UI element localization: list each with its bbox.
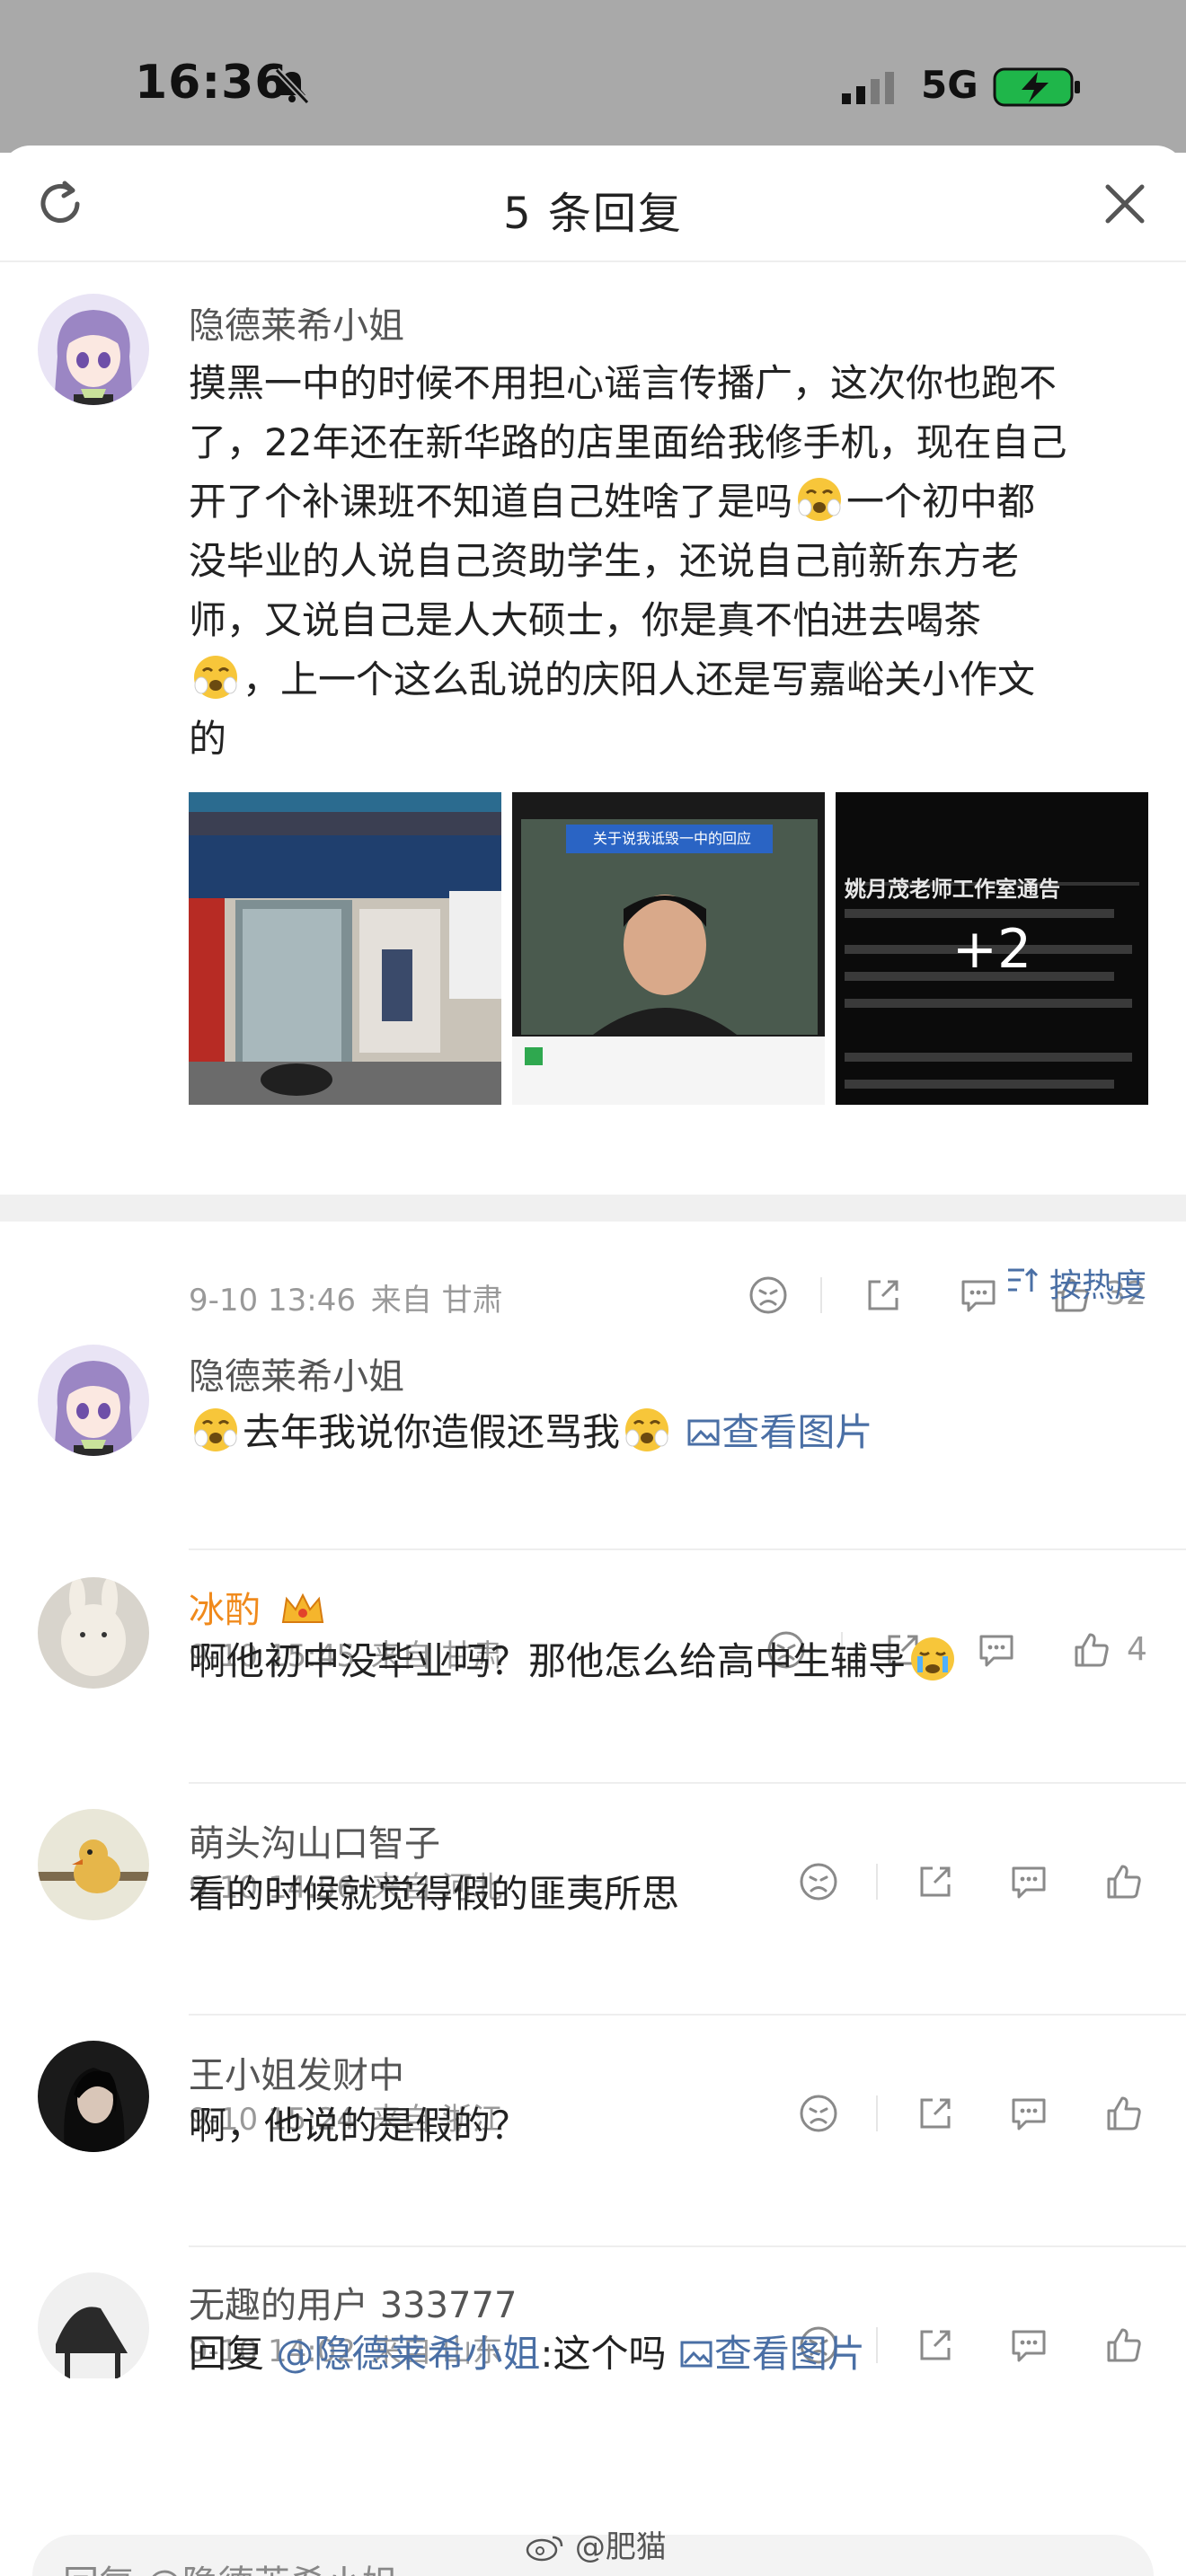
image-caption: 关于说我诋毁一中的回应 xyxy=(592,830,751,847)
view-image-label: 查看图片 xyxy=(713,2332,865,2376)
share-icon[interactable] xyxy=(915,2093,956,2134)
row-divider xyxy=(189,2014,1186,2016)
reply-author[interactable]: 无趣的用户 333777 xyxy=(189,2276,517,2328)
battery-charging-icon xyxy=(993,67,1080,107)
emoji-icon xyxy=(794,473,845,524)
like-icon[interactable] xyxy=(1071,1629,1112,1671)
comment-image-3[interactable]: 姚月茂老师工作室通告 +2 xyxy=(836,792,1148,1105)
comment-image-2[interactable]: 关于说我诋毁一中的回应 xyxy=(512,792,825,1105)
comment-line-text: 一个初中都 xyxy=(846,480,1036,524)
sheet-header: 5 条回复 xyxy=(0,146,1186,262)
weibo-logo-icon xyxy=(526,2536,563,2562)
avatar[interactable] xyxy=(38,1577,149,1689)
dislike-icon[interactable] xyxy=(798,2093,839,2134)
comment-line-text: 开了个补课班不知道自己姓啥了是吗 xyxy=(189,480,793,524)
reply-author-name: 冰酌 xyxy=(189,1590,261,1631)
comment-time: 9-10 13:46 xyxy=(189,1283,356,1319)
row-divider xyxy=(189,1548,1186,1550)
reply-text-part: 去年我说你造假还骂我 xyxy=(243,1410,621,1454)
comment-meta: 9-10 13:46 来自 甘肃 xyxy=(189,1275,503,1319)
reply-text: 啊，他说的是假的？ xyxy=(189,2104,529,2148)
reply-text: 看的时候就觉得假的匪夷所思 xyxy=(189,1872,680,1916)
comment-icon[interactable] xyxy=(958,1275,999,1316)
reply-author[interactable]: 萌头沟山口智子 xyxy=(189,1814,440,1866)
comment-icon[interactable] xyxy=(1008,1861,1049,1902)
row-divider xyxy=(189,2245,1186,2247)
divider xyxy=(876,2095,878,2131)
comment-line: ，上一个这么乱说的庆阳人还是写嘉峪关小作文 xyxy=(189,650,1159,710)
reply-text: 啊他初中没毕业吗？那他怎么给高中生辅导 xyxy=(189,1632,960,1691)
replies-sheet: 5 条回复 隐德莱希小姐 摸黑一中的时候不用担心谣言传播广，这次你也跑不 了，2… xyxy=(0,146,1186,2576)
comment-line: 的 xyxy=(189,717,227,761)
comment-line: 师，又说自己是人大硕士，你是真不怕进去喝茶 xyxy=(189,598,982,642)
avatar[interactable] xyxy=(38,294,149,405)
image-caption: 姚月茂老师工作室通告 xyxy=(845,877,1060,902)
dislike-icon[interactable] xyxy=(748,1275,789,1316)
comment-image-1[interactable] xyxy=(189,792,501,1105)
reply-author[interactable]: 隐德莱希小姐 xyxy=(189,1347,404,1399)
divider xyxy=(876,1864,878,1900)
sort-icon xyxy=(1008,1267,1039,1292)
comment-icon[interactable] xyxy=(1008,2093,1049,2134)
emoji-icon xyxy=(190,651,241,701)
view-image-link[interactable]: 查看图片 xyxy=(686,1410,872,1454)
share-icon[interactable] xyxy=(863,1275,904,1316)
status-time: 16:36 xyxy=(135,56,288,110)
sheet-title: 5 条回复 xyxy=(503,189,683,239)
reply-item: 无趣的用户 333777 回复 @隐德莱希小姐:这个吗 查看图片 xyxy=(0,2265,1186,2378)
dislike-icon[interactable] xyxy=(798,1861,839,1902)
more-images-count: +2 xyxy=(951,918,1032,981)
shopfront-photo xyxy=(189,792,501,1105)
status-bar: 16:36 5G xyxy=(0,0,1186,153)
avatar[interactable] xyxy=(38,1345,149,1456)
close-icon[interactable] xyxy=(1101,180,1149,228)
image-link-icon xyxy=(686,1415,721,1451)
sort-label: 按热度 xyxy=(1049,1267,1147,1304)
reply-text-part: 啊他初中没毕业吗？那他怎么给高中生辅导 xyxy=(189,1639,907,1683)
like-icon[interactable] xyxy=(1103,2093,1145,2134)
avatar[interactable] xyxy=(38,2272,149,2378)
section-divider xyxy=(0,1195,1186,1222)
emoji-icon xyxy=(622,1404,672,1454)
emoji-icon xyxy=(190,1404,241,1454)
image-link-icon xyxy=(678,2336,714,2372)
view-image-link[interactable]: 查看图片 xyxy=(678,2332,865,2376)
reply-text: 回复 @隐德莱希小姐:这个吗 查看图片 xyxy=(189,2325,865,2378)
muted-bell-icon xyxy=(274,67,310,105)
row-divider xyxy=(189,1782,1186,1784)
reply-text: 去年我说你造假还骂我 查看图片 xyxy=(189,1403,872,1462)
like-count: 4 xyxy=(1127,1631,1147,1668)
comment-line-text: ，上一个这么乱说的庆阳人还是写嘉峪关小作文 xyxy=(243,657,1036,701)
avatar[interactable] xyxy=(38,2041,149,2152)
signal-icon xyxy=(842,72,894,104)
comment-line: 了，22年还在新华路的店里面给我修手机，现在自己 xyxy=(189,420,1067,464)
avatar[interactable] xyxy=(38,1809,149,1920)
watermark-text: @肥猫 xyxy=(574,2529,667,2565)
watermark: @肥猫 xyxy=(526,2522,667,2566)
reply-author[interactable]: 王小姐发财中 xyxy=(189,2046,404,2098)
reply-placeholder: 回复 @隐德莱希小姐 xyxy=(63,2554,398,2576)
share-icon[interactable] xyxy=(915,1861,956,1902)
comment-line: 开了个补课班不知道自己姓啥了是吗 一个初中都 xyxy=(189,472,1159,532)
comment-text: 摸黑一中的时候不用担心谣言传播广，这次你也跑不 了，22年还在新华路的店里面给我… xyxy=(189,354,1159,769)
network-label: 5G xyxy=(921,63,978,107)
reply-prefix: 回复 xyxy=(189,2332,265,2376)
reply-text-part: :这个吗 xyxy=(540,2332,667,2376)
reply-author[interactable]: 冰酌 xyxy=(189,1581,326,1633)
crown-badge-icon xyxy=(281,1592,323,1623)
comment-icon[interactable] xyxy=(976,1629,1017,1671)
comment-location: 来自 甘肃 xyxy=(370,1283,503,1319)
comment-line: 没毕业的人说自己资助学生，还说自己前新东方老 xyxy=(189,539,1020,583)
mention-link[interactable]: @隐德莱希小姐 xyxy=(276,2332,540,2376)
crying-emoji-icon xyxy=(907,1633,958,1683)
like-icon[interactable] xyxy=(1103,1861,1145,1902)
comment-line: 摸黑一中的时候不用担心谣言传播广，这次你也跑不 xyxy=(189,361,1058,405)
divider xyxy=(820,1277,822,1313)
comment-author[interactable]: 隐德莱希小姐 xyxy=(189,296,404,348)
view-image-label: 查看图片 xyxy=(721,1410,873,1454)
